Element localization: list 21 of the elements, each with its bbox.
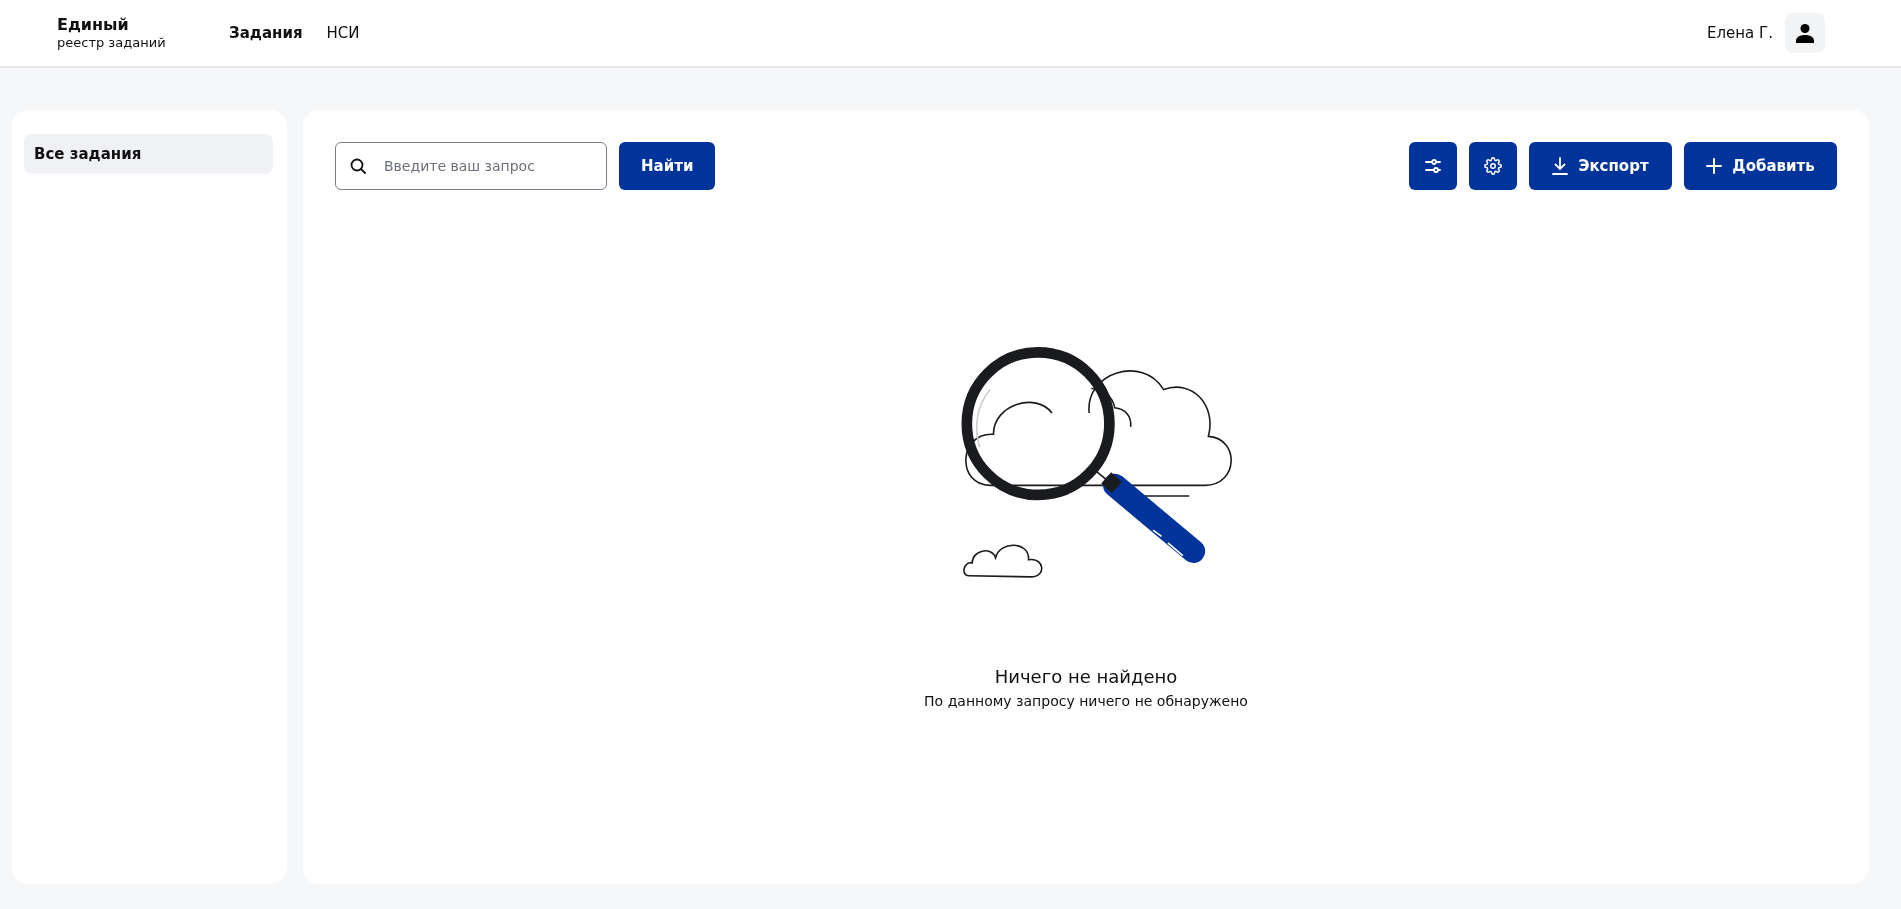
app-title: Единый [57,15,130,35]
settings-button[interactable] [1469,142,1517,190]
nav-tab[interactable]: Задания [229,24,303,42]
sliders-icon [1424,157,1442,175]
user-name: Елена Г. [1707,24,1773,42]
avatar-button[interactable] [1785,13,1825,53]
search-icon [350,158,366,174]
download-icon [1552,157,1569,175]
person-icon [1795,23,1815,43]
search-button[interactable]: Найти [619,142,716,190]
filter-button[interactable] [1409,142,1457,190]
export-button[interactable]: Экспорт [1529,142,1672,190]
add-button[interactable]: Добавить [1684,142,1837,190]
settings-icon [1484,157,1502,175]
empty-state-message: По данному запросу ничего не обнаружено [924,693,1248,709]
app-subtitle: реестр заданий [57,35,167,51]
plus-icon [1706,158,1723,174]
search-field[interactable]: Введите ваш запрос [335,142,607,190]
empty-state-title: Ничего не найдено [994,666,1178,687]
sidebar-item[interactable]: Все задания [24,134,273,174]
nav-tab[interactable]: НСИ [326,24,360,42]
